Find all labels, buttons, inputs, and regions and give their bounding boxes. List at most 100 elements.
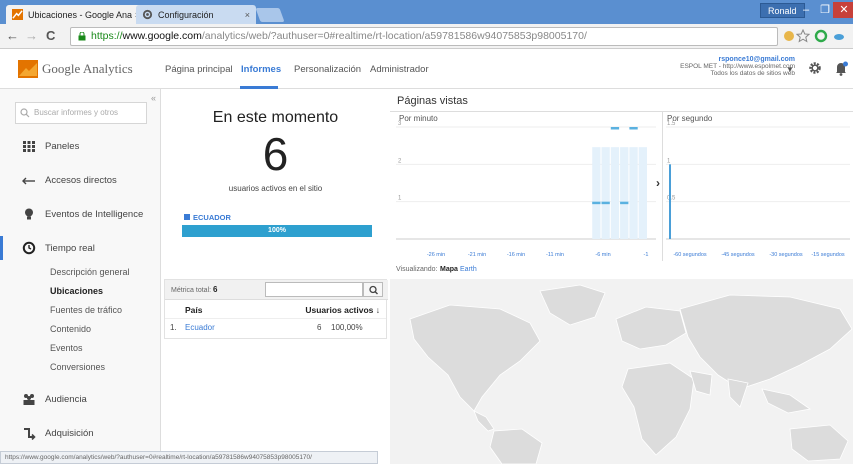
africa-shape	[621, 362, 695, 456]
y-tick-label: 1	[667, 158, 671, 164]
ga-brand[interactable]: Google Analytics	[42, 61, 133, 77]
tab-configuracion[interactable]: Configuración ×	[136, 5, 256, 24]
chevron-down-icon[interactable]: ▼	[786, 65, 794, 74]
sidebar-item-eventos-intelligence[interactable]: Eventos de Intelligence	[0, 202, 161, 226]
tab-map[interactable]: Mapa	[440, 266, 458, 273]
audience-people-icon	[23, 394, 35, 405]
sidebar-item-accesos-directos[interactable]: Accesos directos	[0, 168, 161, 192]
extension-green-icon[interactable]	[814, 29, 828, 43]
per-second-chart: 1.5 1 0.5 -60 segundos -45 segundos -30 segun…	[666, 121, 850, 258]
x-tick-label: -1	[644, 252, 649, 258]
south-america-shape	[489, 428, 543, 464]
account-site: ESPOL MET - http://www.espolmet.com	[680, 63, 795, 70]
column-header-country[interactable]: País	[185, 305, 203, 315]
legend-swatch	[184, 214, 190, 220]
location-table: Métrica total: 6 País Usuarios activos ↓…	[164, 279, 388, 339]
x-tick-label: -45 segundos	[721, 252, 755, 258]
filter-search-button[interactable]	[363, 282, 383, 297]
address-bar[interactable]: https://www.google.com/analytics/web/?au…	[70, 27, 778, 46]
sidebar-item-label: Paneles	[45, 141, 80, 152]
x-tick-label: -11 min	[546, 252, 564, 258]
account-view: Todos los datos de sitios web	[710, 70, 795, 77]
nav-pagina-principal[interactable]: Página principal	[165, 64, 233, 75]
star-icon[interactable]	[796, 29, 810, 43]
search-input[interactable]: Buscar informes y otros	[15, 102, 147, 124]
url-host: www.google.com	[122, 30, 202, 42]
browser-titlebar: Ubicaciones - Google Ana × Configuración…	[0, 0, 853, 24]
search-placeholder: Buscar informes y otros	[34, 108, 119, 117]
sidebar: Buscar informes y otros « Paneles Acceso…	[0, 89, 161, 464]
bar	[669, 164, 671, 239]
overview-panel: En este momento 6 usuarios activos en el…	[162, 89, 389, 464]
india-shape	[727, 378, 749, 408]
country-link[interactable]: Ecuador	[185, 323, 215, 332]
sidebar-item-paneles[interactable]: Paneles	[0, 134, 161, 158]
central-america-shape	[473, 410, 495, 432]
back-button[interactable]: ←	[6, 29, 19, 43]
greenland-shape	[539, 284, 606, 326]
sidebar-item-audiencia[interactable]: Audiencia	[0, 387, 161, 411]
link-status-bar: https://www.google.com/analytics/web/?au…	[0, 451, 378, 464]
bar	[620, 201, 629, 205]
analytics-logo-icon	[18, 60, 38, 78]
subitem-descripcion-general[interactable]: Descripción general	[50, 267, 130, 277]
tab-title: Ubicaciones - Google Ana	[28, 9, 133, 20]
analytics-favicon-icon	[12, 9, 23, 20]
forward-button[interactable]: →	[25, 29, 38, 43]
tab-close-icon[interactable]: ×	[245, 10, 250, 20]
new-tab-button[interactable]	[255, 8, 285, 22]
world-map[interactable]	[390, 279, 853, 464]
map-view-tabs: Visualizando: Mapa Earth	[390, 263, 853, 279]
cloud-icon[interactable]	[832, 29, 846, 43]
dashboard-grid-icon	[23, 141, 35, 152]
subitem-conversiones[interactable]: Conversiones	[50, 362, 105, 372]
tab-title: Configuración	[158, 9, 214, 20]
bar-slot	[601, 147, 610, 239]
nav-informes[interactable]: Informes	[241, 64, 281, 75]
account-selector[interactable]: rsponce10@gmail.com ESPOL MET - http://w…	[680, 56, 795, 77]
row-index: 1.	[170, 323, 177, 332]
url-path: /analytics/web/?authuser=0#realtime/rt-l…	[201, 30, 587, 42]
tab-earth[interactable]: Earth	[460, 266, 477, 273]
brand-analytics: Analytics	[82, 61, 133, 76]
north-america-shape	[409, 304, 541, 412]
europe-shape	[615, 306, 687, 350]
table-row: 1. Ecuador 6 100,00%	[165, 318, 386, 336]
notification-bell-icon[interactable]	[834, 61, 848, 77]
bar	[601, 201, 610, 205]
close-window-button[interactable]: ✕	[833, 2, 853, 18]
collapse-sidebar-icon[interactable]: «	[151, 93, 156, 103]
nav-administrador[interactable]: Administrador	[370, 64, 429, 75]
legend-label: ECUADOR	[193, 213, 231, 222]
settings-gear-icon[interactable]	[808, 61, 822, 75]
x-tick-label: -6 min	[595, 252, 610, 258]
metric-total-label: Métrica total:	[171, 287, 212, 294]
tab-ubicaciones[interactable]: Ubicaciones - Google Ana ×	[6, 5, 146, 24]
x-tick-label: -60 segundos	[673, 252, 707, 258]
row-users-value: 6	[317, 323, 322, 332]
pageviews-panel: Páginas vistas Por minuto Por segundo 32…	[390, 89, 853, 261]
subitem-fuentes-trafico[interactable]: Fuentes de tráfico	[50, 305, 122, 315]
sidebar-item-tiempo-real[interactable]: Tiempo real	[0, 236, 161, 260]
reload-button[interactable]: C	[46, 29, 55, 43]
bar-slot	[592, 147, 601, 239]
extension-icon[interactable]	[782, 29, 796, 43]
metric-total: Métrica total: 6	[171, 285, 217, 294]
subitem-contenido[interactable]: Contenido	[50, 324, 91, 334]
search-icon	[20, 108, 30, 118]
subitem-eventos[interactable]: Eventos	[50, 343, 83, 353]
brand-google: Google	[42, 61, 81, 76]
lock-icon	[78, 32, 86, 41]
nav-personalizacion[interactable]: Personalización	[294, 64, 361, 75]
metric-total-value: 6	[213, 285, 218, 294]
southeast-asia-shape	[761, 388, 812, 414]
sidebar-item-adquisicion[interactable]: Adquisición	[0, 421, 161, 445]
account-email: rsponce10@gmail.com	[718, 56, 795, 63]
x-tick-label: -30 segundos	[769, 252, 803, 258]
column-header-active-users[interactable]: Usuarios activos ↓	[305, 305, 380, 315]
lightbulb-icon	[25, 208, 33, 220]
sidebar-item-label: Adquisición	[45, 428, 94, 439]
table-filter-input[interactable]	[265, 282, 363, 297]
country-legend: ECUADOR	[184, 213, 231, 222]
subitem-ubicaciones[interactable]: Ubicaciones	[50, 286, 103, 296]
